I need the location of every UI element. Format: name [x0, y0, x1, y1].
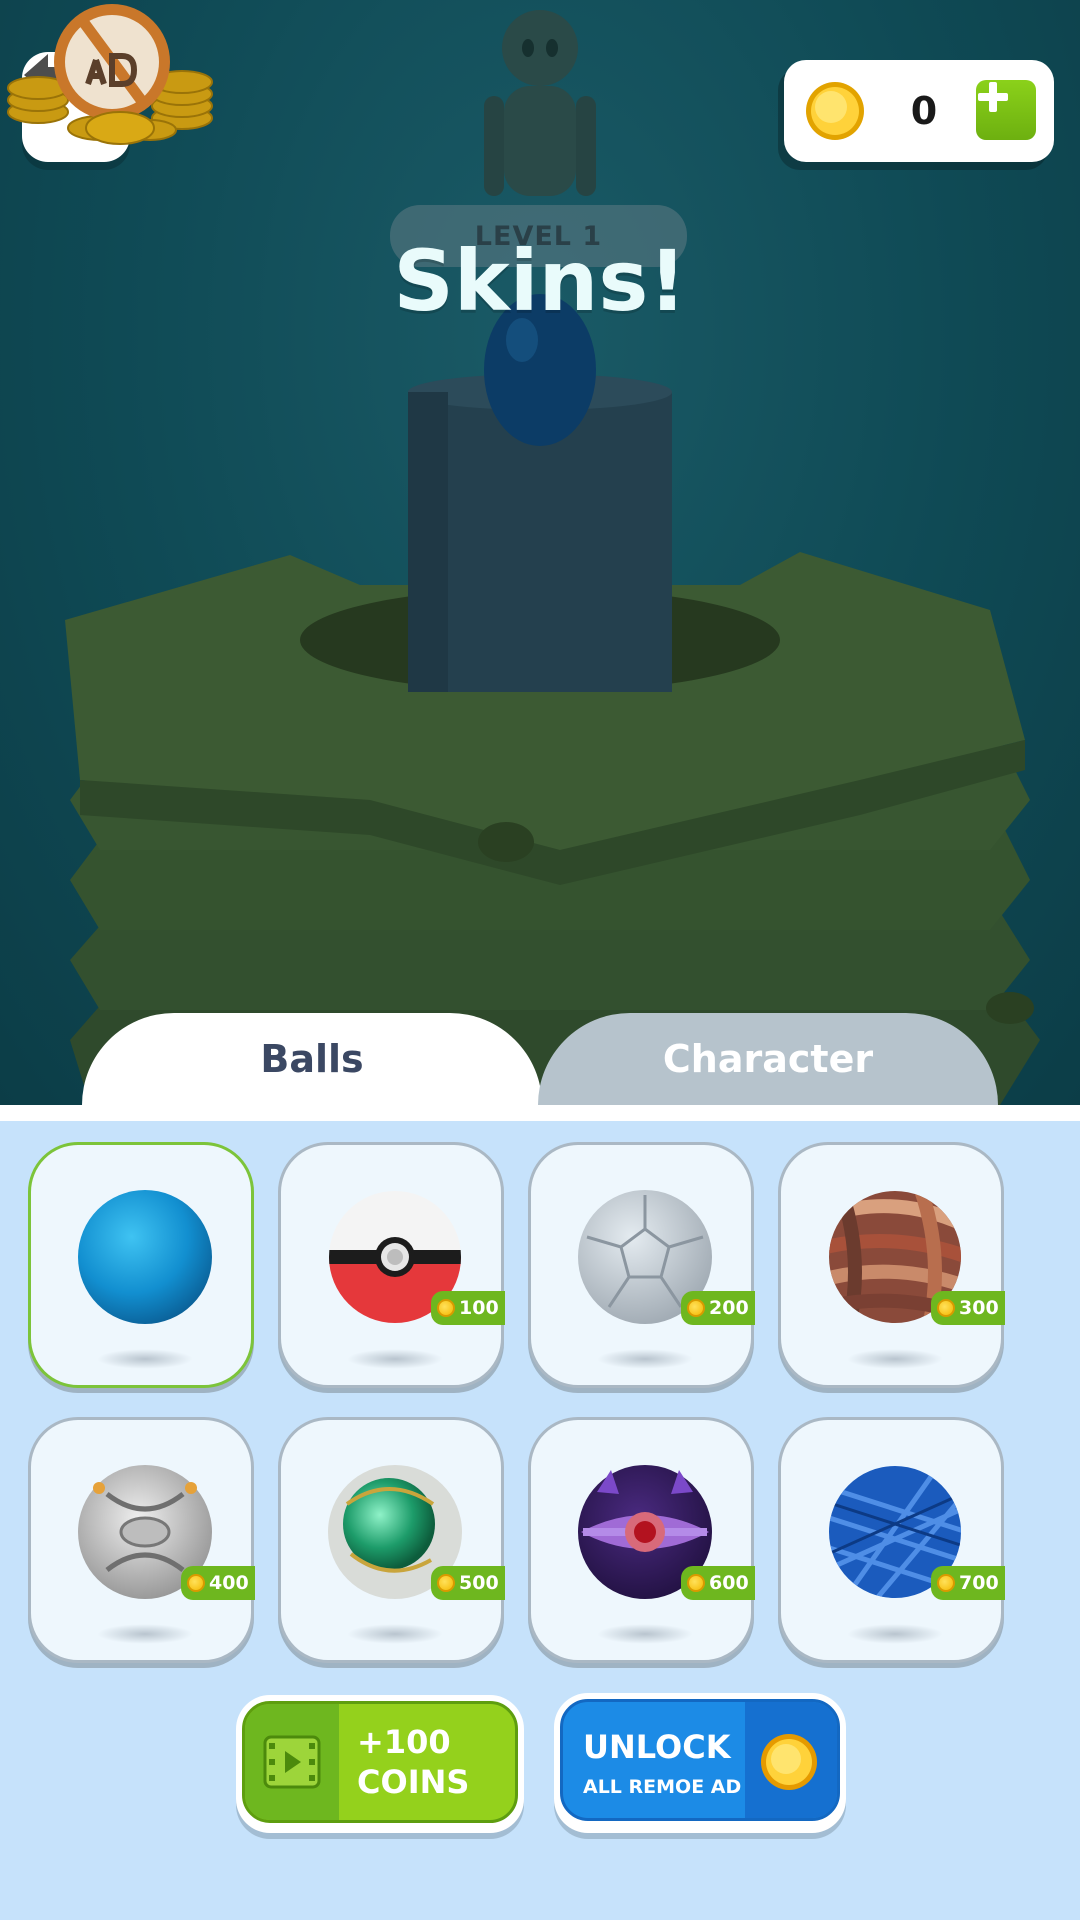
- plus-icon: [978, 82, 1008, 112]
- price-value: 300: [959, 1297, 999, 1319]
- price-value: 700: [959, 1572, 999, 1594]
- coin-icon: [187, 1574, 205, 1592]
- ball-shadow: [97, 1624, 193, 1644]
- coins-word: COINS: [357, 1763, 470, 1801]
- tab-character[interactable]: Character: [538, 1013, 998, 1105]
- skin-card-pokeball[interactable]: 100: [278, 1142, 505, 1388]
- price-value: 600: [709, 1572, 749, 1594]
- price-tag: 600: [681, 1566, 755, 1600]
- coins-amount: +100: [357, 1723, 451, 1761]
- skin-card-silver-soccer-ball[interactable]: 200: [528, 1142, 755, 1388]
- coin-balance-panel: 0: [784, 60, 1054, 162]
- ball-shadow: [597, 1624, 693, 1644]
- coin-icon: [937, 1299, 955, 1317]
- game-scene: 0 LEVEL 1 Skins! Balls Character: [0, 0, 1080, 1105]
- watch-ad-coins-label: +100 COINS: [357, 1722, 507, 1802]
- no-ads-icon[interactable]: [0, 0, 220, 160]
- coin-icon: [806, 82, 864, 140]
- watch-ad-coins-button[interactable]: +100 COINS: [236, 1695, 524, 1833]
- add-coins-button[interactable]: [976, 80, 1036, 140]
- price-value: 100: [459, 1297, 499, 1319]
- video-icon: [263, 1735, 321, 1789]
- skin-card-blue-ball[interactable]: [28, 1142, 254, 1388]
- ball-shadow: [97, 1349, 193, 1369]
- skin-card-green-orb-ball[interactable]: 500: [278, 1417, 505, 1663]
- price-value: 200: [709, 1297, 749, 1319]
- coin-icon: [687, 1299, 705, 1317]
- price-tag: 700: [931, 1566, 1005, 1600]
- price-tag: 100: [431, 1291, 505, 1325]
- skin-card-purple-eye-ball[interactable]: 600: [528, 1417, 755, 1663]
- page-title: Skins!: [393, 232, 687, 330]
- unlock-remove-ads-button[interactable]: UNLOCK ALL REMOE AD: [554, 1693, 846, 1833]
- price-tag: 500: [431, 1566, 505, 1600]
- price-tag: 200: [681, 1291, 755, 1325]
- helix-tower-illustration: [65, 10, 1040, 1105]
- video-icon-area: [245, 1704, 339, 1820]
- ball-shadow: [347, 1624, 443, 1644]
- ball-shadow: [347, 1349, 443, 1369]
- ball-shadow: [847, 1349, 943, 1369]
- coin-icon: [937, 1574, 955, 1592]
- ball-shadow: [597, 1349, 693, 1369]
- ball-shadow: [847, 1624, 943, 1644]
- price-tag: 400: [181, 1566, 255, 1600]
- skin-card-fabric-ball[interactable]: 300: [778, 1142, 1005, 1388]
- price-value: 500: [459, 1572, 499, 1594]
- panel-divider: [0, 1105, 1080, 1121]
- price-tag: 300: [931, 1291, 1005, 1325]
- skin-card-mech-ball[interactable]: 400: [28, 1417, 255, 1663]
- tab-balls[interactable]: Balls: [82, 1013, 542, 1105]
- coin-icon: [437, 1574, 455, 1592]
- coin-icon: [761, 1734, 817, 1790]
- price-value: 400: [209, 1572, 249, 1594]
- unlock-remove-ads-button-body: UNLOCK ALL REMOE AD: [560, 1699, 840, 1821]
- skin-card-blue-yarn-ball[interactable]: 700: [778, 1417, 1005, 1663]
- coin-count: 0: [910, 89, 938, 133]
- coin-icon: [687, 1574, 705, 1592]
- watch-ad-coins-button-body: +100 COINS: [242, 1701, 518, 1823]
- unlock-sublabel: ALL REMOE AD: [583, 1776, 742, 1798]
- blue-ball-image: [78, 1190, 212, 1324]
- unlock-label: UNLOCK: [583, 1728, 731, 1766]
- coin-icon: [437, 1299, 455, 1317]
